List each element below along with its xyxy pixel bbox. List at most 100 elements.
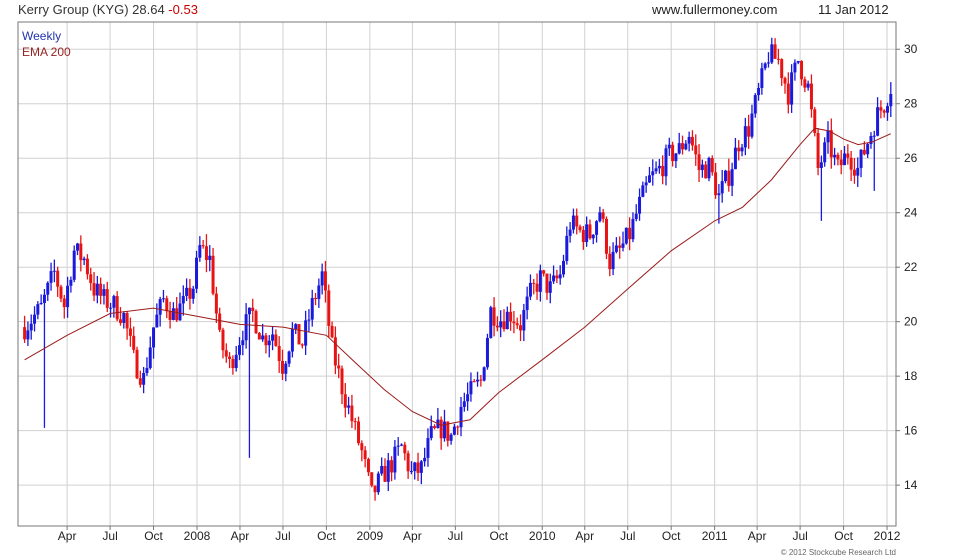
weekly-bar-body — [628, 227, 632, 240]
weekly-bar-body — [608, 253, 612, 270]
weekly-bar-body — [112, 296, 116, 308]
weekly-bar-body — [634, 213, 638, 220]
weekly-bar-body — [502, 321, 506, 330]
y-tick-label: 16 — [904, 424, 918, 438]
weekly-bar-body — [819, 162, 823, 168]
x-tick-label: Jul — [102, 529, 117, 543]
weekly-bar-body — [849, 157, 853, 170]
weekly-bar-body — [846, 153, 850, 158]
weekly-bar-body — [300, 344, 304, 346]
x-tick-label: Apr — [575, 529, 594, 543]
x-tick-label: Oct — [489, 529, 508, 543]
weekly-bar-body — [724, 170, 728, 182]
weekly-bar-body — [776, 58, 780, 60]
weekly-bar-body — [238, 345, 242, 355]
x-tick-label: 2009 — [357, 529, 384, 543]
weekly-bar-body — [29, 323, 33, 331]
weekly-bar-body — [452, 426, 456, 435]
y-tick-label: 14 — [904, 478, 918, 492]
weekly-bar-body — [800, 60, 804, 80]
weekly-bar-body — [793, 62, 797, 73]
weekly-bar-body — [132, 335, 136, 350]
weekly-bar-body — [763, 63, 767, 69]
y-tick-label: 30 — [904, 42, 918, 56]
x-tick-label: Oct — [144, 529, 163, 543]
weekly-bar-body — [396, 445, 400, 447]
weekly-bar-body — [46, 282, 50, 295]
weekly-bar-body — [76, 243, 80, 251]
weekly-bar-body — [766, 62, 770, 64]
weekly-bar-body — [353, 421, 357, 423]
weekly-bar-body — [135, 349, 139, 379]
weekly-bar-body — [224, 350, 228, 357]
x-tick-label: 2012 — [874, 529, 901, 543]
weekly-bar-body — [72, 250, 76, 280]
x-tick-label: Apr — [231, 529, 250, 543]
weekly-bar-body — [271, 334, 275, 341]
weekly-bar-body — [66, 285, 70, 308]
weekly-bar-body — [624, 227, 628, 244]
weekly-bar-body — [889, 93, 893, 107]
weekly-bar-body — [62, 298, 66, 308]
weekly-bar-body — [198, 245, 202, 258]
weekly-bar-body — [158, 299, 162, 315]
weekly-bar-body — [148, 347, 152, 369]
weekly-bar-body — [277, 345, 281, 361]
weekly-bar-body — [743, 126, 747, 148]
weekly-bar-body — [862, 149, 866, 155]
x-tick-label: Jul — [792, 529, 807, 543]
weekly-bar-body — [528, 282, 532, 297]
weekly-bar-body — [519, 325, 523, 331]
weekly-bar-body — [730, 169, 734, 186]
weekly-bar-body — [426, 438, 430, 458]
weekly-bar-body — [753, 95, 757, 114]
weekly-bar-body — [697, 154, 701, 171]
x-tick-label: 2010 — [529, 529, 556, 543]
y-tick-label: 18 — [904, 369, 918, 383]
weekly-bar-body — [492, 307, 496, 326]
weekly-bar-body — [644, 182, 648, 186]
weekly-bar-body — [816, 132, 820, 168]
weekly-bar-body — [49, 271, 53, 283]
weekly-bar-body — [125, 312, 129, 329]
weekly-bar-body — [118, 319, 122, 323]
weekly-bar-body — [218, 313, 222, 330]
weekly-bar-body — [885, 106, 889, 113]
weekly-bar-body — [165, 298, 169, 312]
weekly-bar-body — [128, 328, 132, 336]
weekly-bar-body — [380, 465, 384, 474]
weekly-bar-body — [578, 226, 582, 231]
weekly-bar-body — [710, 158, 714, 173]
weekly-bar-body — [852, 169, 856, 176]
weekly-bar-body — [631, 219, 635, 240]
weekly-bar-body — [604, 218, 608, 254]
weekly-bar-body — [52, 270, 56, 272]
weekly-bar-body — [525, 296, 529, 311]
weekly-bar-body — [115, 296, 119, 320]
weekly-bar-body — [714, 172, 718, 196]
weekly-bar-body — [717, 193, 721, 196]
weekly-bar-body — [542, 270, 546, 274]
weekly-bar-body — [26, 330, 30, 340]
weekly-bar-body — [323, 271, 327, 291]
weekly-bar-body — [826, 130, 830, 143]
weekly-bar-body — [247, 307, 251, 315]
weekly-bar-body — [69, 279, 73, 286]
weekly-bar-body — [145, 368, 149, 373]
weekly-bar-body — [538, 270, 542, 292]
weekly-bar-body — [674, 153, 678, 162]
weekly-bar-body — [509, 311, 513, 322]
weekly-bar-body — [122, 312, 126, 323]
price-chart: 14 16 18 20 22 24 26 28 30 Apr Jul Oct 2008 Apr Jul Oc… — [17, 21, 918, 543]
x-tick-label: Apr — [748, 529, 767, 543]
weekly-bar-body — [770, 44, 774, 63]
weekly-bar-body — [687, 136, 691, 144]
weekly-bar-body — [416, 462, 420, 473]
weekly-bar-body — [449, 434, 453, 441]
weekly-bar-body — [459, 406, 463, 428]
weekly-bar-body — [357, 421, 361, 444]
weekly-bar-body — [406, 453, 410, 472]
weekly-bar-body — [552, 275, 556, 282]
y-tick-label: 26 — [904, 151, 918, 165]
weekly-bar-body — [469, 381, 473, 395]
